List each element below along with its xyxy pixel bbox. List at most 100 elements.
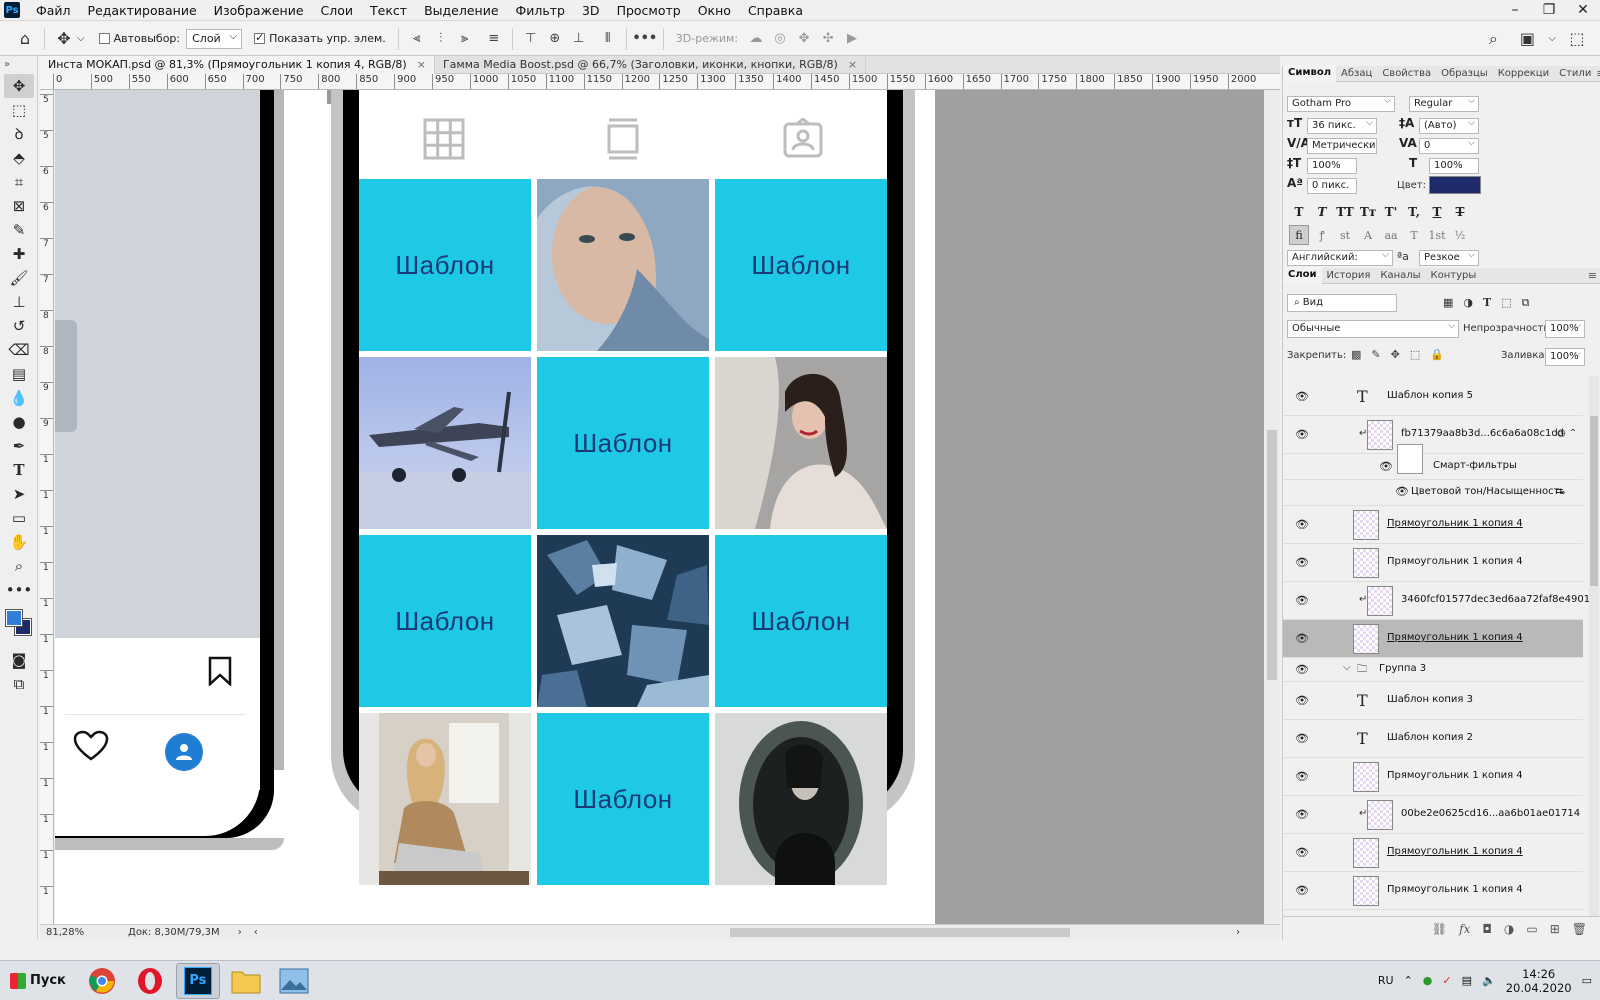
camera-3d-icon[interactable]: ▶ [841, 28, 863, 50]
template-tile[interactable]: Шаблон [715, 179, 887, 351]
photoshop-taskbar-icon[interactable]: Ps [175, 962, 220, 999]
opentype-button[interactable]: aa [1381, 225, 1401, 245]
fill-input[interactable]: 100% [1545, 346, 1585, 366]
lock-transparency-icon[interactable]: ▩ [1351, 348, 1361, 361]
image-viewer-icon[interactable] [272, 963, 316, 999]
vertical-scale-input[interactable]: 100% [1307, 158, 1357, 174]
autoselect-checkbox[interactable]: Автовыбор: [98, 32, 180, 45]
layer-row[interactable]: 👁 T Шаблон копия 5 [1283, 378, 1583, 416]
font-style-select[interactable]: Regular [1409, 94, 1479, 112]
menu-item[interactable]: Окно [690, 0, 740, 21]
visibility-eye-icon[interactable]: 👁 [1295, 846, 1309, 859]
text-color-swatch[interactable] [1429, 176, 1481, 194]
menu-item[interactable]: Файл [28, 0, 80, 21]
autoselect-target-select[interactable]: Слой [186, 28, 243, 49]
scroll-left-icon[interactable]: ‹ [254, 927, 258, 938]
panel-tab[interactable]: Каналы [1375, 268, 1425, 284]
share-icon[interactable]: ⬚ [1564, 26, 1590, 52]
horizontal-ruler[interactable]: 0 500 550 600 650 700 750 800 850 900 950 1000 1050 1… [40, 74, 1280, 90]
align-horizontal-centers-icon[interactable]: ⫶ [430, 28, 452, 50]
pixel-filter-icon[interactable]: ▦ [1443, 296, 1453, 310]
layer-row[interactable]: 👁 ↵ 3460fcf01577dec3ed6aa72faf8e4901 [1283, 582, 1590, 620]
lasso-tool-icon[interactable]: ꝺ [4, 122, 34, 146]
smart-filter-toggle-icon[interactable]: ◷ ⌃ [1557, 428, 1577, 439]
zoom-level[interactable]: 81,28% [46, 927, 116, 938]
more-tools-icon[interactable]: ••• [4, 578, 34, 602]
horizontal-scale-input[interactable]: 100% [1429, 158, 1479, 174]
photo-mirror-tile[interactable] [715, 713, 887, 885]
typographic-button[interactable]: T [1289, 202, 1309, 222]
menu-item[interactable]: Текст [362, 0, 416, 21]
layers-scrollbar[interactable] [1589, 376, 1599, 916]
show-controls-checkbox[interactable]: Показать упр. элем. [254, 31, 386, 45]
scroll-thumb[interactable] [1267, 430, 1277, 680]
drag-3d-icon[interactable]: ✥ [793, 28, 815, 50]
layer-row[interactable]: 👁 T Шаблон копия 3 [1283, 682, 1583, 720]
menu-item[interactable]: Выделение [416, 0, 507, 21]
layer-row[interactable]: 👁 T Шаблон копия 2 [1283, 720, 1583, 758]
layer-row[interactable]: 👁 ⌵ 🗀 Группа 3 [1283, 658, 1583, 682]
file-explorer-icon[interactable] [224, 963, 268, 999]
align-left-edges-icon[interactable]: ⫷ [406, 28, 428, 50]
vertical-ruler[interactable]: 5 5 6 6 7 7 8 8 9 9 1 1 1 1 1 1 1 1 1 1 1 1 1 [40, 90, 54, 924]
opacity-input[interactable]: 100% [1545, 318, 1585, 338]
visibility-eye-icon[interactable]: 👁 [1295, 428, 1309, 441]
status-menu-arrow-icon[interactable]: › [238, 927, 242, 938]
gradient-tool-icon[interactable]: ▤ [4, 362, 34, 386]
lock-position-icon[interactable]: ✥ [1391, 348, 1400, 361]
layer-row[interactable]: 👁 Прямоугольник 1 копия 4 [1283, 834, 1583, 872]
show-controls-check-icon[interactable] [254, 31, 266, 44]
new-layer-icon[interactable]: ⊞ [1550, 922, 1560, 936]
group-expand-icon[interactable]: ⌵ [1343, 662, 1351, 673]
typographic-button[interactable]: Tт [1358, 202, 1378, 222]
layer-row[interactable]: 👁 ↵ fb71379aa8b3d...6c6a6a08c1dd ◷ ⌃ [1283, 416, 1583, 454]
template-tile[interactable]: Шаблон [537, 357, 709, 529]
opentype-button[interactable]: 1st [1427, 225, 1447, 245]
tab-gamma-media-boost[interactable]: Гамма Media Boost.psd @ 66,7% (Заголовки… [435, 56, 867, 74]
canvas[interactable]: Шаблон Шаблон Шаблон Шаблон Шаблон Шаблон [55, 90, 1264, 924]
pen-tool-icon[interactable]: ✒ [4, 434, 34, 458]
visibility-eye-icon[interactable]: 👁 [1295, 808, 1309, 821]
photo-plane-tile[interactable] [359, 357, 531, 529]
clock[interactable]: 14:26 20.04.2020 [1506, 967, 1572, 995]
start-button[interactable]: Пуск [0, 964, 76, 998]
menu-item[interactable]: Редактирование [80, 0, 206, 21]
language-indicator[interactable]: RU [1378, 974, 1394, 987]
scroll-right-icon[interactable]: › [1236, 927, 1240, 938]
align-right-edges-icon[interactable]: ⫸ [454, 28, 476, 50]
menu-item[interactable]: Справка [740, 0, 812, 21]
panel-menu-icon[interactable]: ≡ [1588, 269, 1597, 282]
close-icon[interactable]: × [417, 56, 426, 74]
language-select[interactable]: Английский: Вели... [1287, 248, 1393, 277]
blend-mode-select[interactable]: Обычные [1287, 318, 1459, 338]
minimize-button[interactable]: – [1498, 0, 1532, 21]
align-bottom-edges-icon[interactable]: ⊥ [568, 28, 590, 50]
brush-tool-icon[interactable]: 🖌 [4, 266, 34, 290]
frame-tool-icon[interactable]: ⊠ [4, 194, 34, 218]
photo-face-tile[interactable] [537, 179, 709, 351]
volume-icon[interactable]: 🔈 [1482, 974, 1496, 987]
opentype-button[interactable]: fi [1289, 225, 1309, 245]
chrome-icon[interactable] [80, 963, 124, 999]
close-icon[interactable]: × [848, 56, 857, 74]
panel-tab[interactable]: История [1322, 268, 1376, 284]
panel-tab[interactable]: Коррекци [1493, 66, 1554, 82]
menu-item[interactable]: Изображение [206, 0, 313, 21]
scroll-thumb[interactable] [1590, 416, 1598, 586]
panel-tab[interactable]: Стили [1554, 66, 1596, 82]
slide-3d-icon[interactable]: ✣ [817, 28, 839, 50]
layer-row[interactable]: 👁 Прямоугольник 1 копия 4 [1283, 758, 1583, 796]
visibility-eye-icon[interactable]: 👁 [1295, 518, 1309, 531]
panel-tab[interactable]: Абзац [1336, 66, 1377, 82]
security-icon[interactable]: ✓ [1442, 974, 1451, 987]
visibility-eye-icon[interactable]: 👁 [1295, 884, 1309, 897]
template-tile[interactable]: Шаблон [537, 713, 709, 885]
autoselect-check-icon[interactable] [98, 33, 110, 44]
font-size-input[interactable]: 36 пикс. [1307, 116, 1377, 134]
blur-tool-icon[interactable]: 💧 [4, 386, 34, 410]
canvas-horizontal-scrollbar[interactable] [730, 928, 1070, 937]
distribute-vertical-icon[interactable]: ≡ [483, 28, 505, 50]
font-family-select[interactable]: Gotham Pro [1287, 94, 1395, 112]
tab-insta-mockup[interactable]: Инста МОКАП.psd @ 81,3% (Прямоугольник 1… [40, 56, 435, 74]
typographic-button[interactable]: TT [1335, 202, 1355, 222]
